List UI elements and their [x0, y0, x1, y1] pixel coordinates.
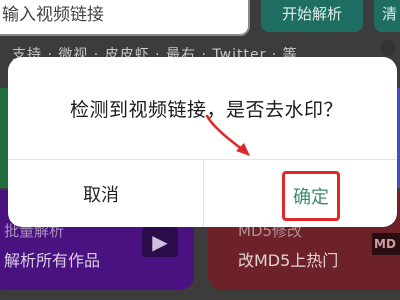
- watermark-removal-dialog: 检测到视频链接，是否去水印？ 取消 确定: [8, 57, 397, 227]
- batch-parse-subtitle: 解析所有作品: [4, 251, 101, 270]
- md5-subtitle: 改MD5上热门: [238, 251, 339, 270]
- confirm-button-label: 确定: [282, 170, 340, 221]
- confirm-button[interactable]: 确定: [204, 160, 397, 227]
- md5-icon: MD: [372, 233, 400, 255]
- clear-button[interactable]: 清: [374, 0, 400, 32]
- parse-button[interactable]: 开始解析: [261, 0, 363, 32]
- url-input-placeholder: 输入视频链接: [2, 5, 104, 25]
- folder-play-icon: ▶: [142, 227, 178, 257]
- menu-dot-icon[interactable]: [380, 40, 396, 56]
- url-input[interactable]: 输入视频链接: [0, 0, 250, 36]
- dialog-message: 检测到视频链接，是否去水印？: [69, 99, 343, 121]
- cancel-button[interactable]: 取消: [8, 160, 202, 227]
